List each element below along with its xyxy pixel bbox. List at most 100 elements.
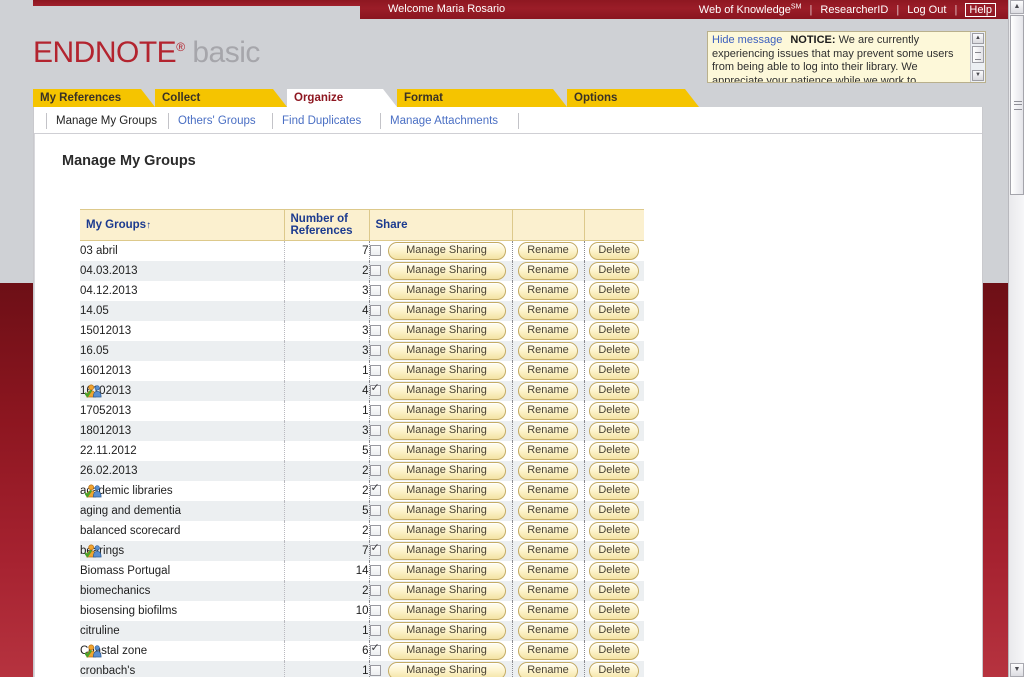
share-cell[interactable]: Manage Sharing (369, 500, 513, 521)
table-row[interactable]: cronbach's 1 Manage Sharing Rename Delete (80, 660, 644, 677)
share-cell[interactable]: Manage Sharing (369, 280, 513, 301)
share-cell[interactable]: Manage Sharing (369, 560, 513, 581)
rename-cell[interactable]: Rename (512, 240, 585, 261)
group-name-cell[interactable]: Biomass Portugal (80, 560, 285, 581)
share-checkbox[interactable] (369, 465, 381, 476)
delete-cell[interactable]: Delete (584, 360, 644, 381)
delete-cell[interactable]: Delete (584, 460, 644, 481)
delete-button[interactable]: Delete (589, 301, 640, 320)
table-row[interactable]: 16012013 1 Manage Sharing Rename Delete (80, 360, 644, 381)
share-checkbox[interactable] (369, 445, 381, 456)
delete-button[interactable]: Delete (589, 621, 640, 640)
log-out-link[interactable]: Log Out (907, 4, 946, 16)
delete-button[interactable]: Delete (589, 381, 640, 400)
group-name-cell[interactable]: 18012013 (80, 420, 285, 441)
manage-sharing-button[interactable]: Manage Sharing (387, 661, 506, 677)
delete-button[interactable]: Delete (589, 541, 640, 560)
table-row[interactable]: academic libraries 2 Manage Sharing Rename D… (80, 480, 644, 501)
tab-my-references[interactable]: My References (33, 89, 155, 107)
rename-button[interactable]: Rename (518, 561, 578, 580)
delete-button[interactable]: Delete (589, 321, 640, 340)
subtab-manage-my-groups[interactable]: Manage My Groups (46, 113, 168, 129)
share-checkbox[interactable] (369, 245, 381, 257)
rename-button[interactable]: Rename (518, 321, 578, 340)
manage-sharing-button[interactable]: Manage Sharing (387, 501, 506, 520)
delete-button[interactable]: Delete (589, 501, 640, 520)
rename-cell[interactable]: Rename (512, 660, 585, 677)
delete-cell[interactable]: Delete (584, 520, 644, 541)
manage-sharing-button[interactable]: Manage Sharing (387, 621, 506, 640)
rename-button[interactable]: Rename (518, 581, 578, 600)
help-button[interactable]: Help (965, 3, 996, 17)
share-checkbox[interactable] (369, 525, 381, 536)
share-cell[interactable]: Manage Sharing (369, 300, 513, 321)
group-name-cell[interactable]: 04.03.2013 (80, 260, 285, 281)
table-row[interactable]: 04.12.2013 3 Manage Sharing Rename Delete (80, 280, 644, 301)
share-checkbox[interactable] (369, 425, 381, 436)
manage-sharing-button[interactable]: Manage Sharing (387, 561, 506, 580)
table-row[interactable]: 16.05 3 Manage Sharing Rename Delete (80, 340, 644, 361)
manage-sharing-button[interactable]: Manage Sharing (387, 481, 506, 500)
group-name-cell[interactable]: 16102013 (80, 380, 285, 401)
manage-sharing-button[interactable]: Manage Sharing (387, 461, 506, 480)
table-row[interactable]: 03 abril 7 Manage Sharing Rename Delete (80, 240, 644, 261)
manage-sharing-button[interactable]: Manage Sharing (387, 441, 506, 460)
group-name-cell[interactable]: 22.11.2012 (80, 440, 285, 461)
table-row[interactable]: aging and dementia 5 Manage Sharing Rename D… (80, 500, 644, 521)
manage-sharing-button[interactable]: Manage Sharing (387, 301, 506, 320)
group-name-cell[interactable]: citruline (80, 620, 285, 641)
share-cell[interactable]: Manage Sharing (369, 460, 513, 481)
table-row[interactable]: 15012013 3 Manage Sharing Rename Delete (80, 320, 644, 341)
group-name-cell[interactable]: aging and dementia (80, 500, 285, 521)
delete-cell[interactable]: Delete (584, 260, 644, 281)
subtab-find-duplicates[interactable]: Find Duplicates (272, 113, 380, 129)
group-name-cell[interactable]: 16012013 (80, 360, 285, 381)
delete-cell[interactable]: Delete (584, 340, 644, 361)
share-cell[interactable]: Manage Sharing (369, 360, 513, 381)
share-cell[interactable]: Manage Sharing (369, 620, 513, 641)
delete-button[interactable]: Delete (589, 661, 640, 677)
delete-button[interactable]: Delete (589, 361, 640, 380)
delete-button[interactable]: Delete (589, 561, 640, 580)
subtab-others-groups[interactable]: Others' Groups (168, 113, 272, 129)
delete-button[interactable]: Delete (589, 241, 640, 260)
share-cell[interactable]: Manage Sharing (369, 640, 513, 661)
table-row[interactable]: Coastal zone 6 Manage Sharing Rename Delete (80, 640, 644, 661)
group-name-cell[interactable]: 17052013 (80, 400, 285, 421)
rename-button[interactable]: Rename (518, 661, 578, 677)
manage-sharing-button[interactable]: Manage Sharing (387, 601, 506, 620)
manage-sharing-button[interactable]: Manage Sharing (387, 321, 506, 340)
rename-button[interactable]: Rename (518, 481, 578, 500)
share-checkbox[interactable] (369, 565, 381, 576)
delete-cell[interactable]: Delete (584, 400, 644, 421)
share-cell[interactable]: Manage Sharing (369, 480, 513, 501)
table-row[interactable]: 14.05 4 Manage Sharing Rename Delete (80, 300, 644, 321)
share-checkbox[interactable] (369, 365, 381, 376)
share-checkbox[interactable] (369, 345, 381, 356)
group-name-cell[interactable]: 16.05 (80, 340, 285, 361)
rename-button[interactable]: Rename (518, 401, 578, 420)
rename-cell[interactable]: Rename (512, 320, 585, 341)
manage-sharing-button[interactable]: Manage Sharing (387, 541, 506, 560)
rename-button[interactable]: Rename (518, 621, 578, 640)
group-name-cell[interactable]: academic libraries (80, 480, 285, 501)
rename-button[interactable]: Rename (518, 301, 578, 320)
subtab-manage-attachments[interactable]: Manage Attachments (380, 113, 519, 129)
share-checkbox[interactable] (369, 605, 381, 616)
manage-sharing-button[interactable]: Manage Sharing (387, 281, 506, 300)
rename-button[interactable]: Rename (518, 281, 578, 300)
share-checkbox[interactable] (369, 643, 381, 656)
rename-cell[interactable]: Rename (512, 480, 585, 501)
rename-cell[interactable]: Rename (512, 560, 585, 581)
browser-scroll-down-icon[interactable]: ▼ (1010, 663, 1024, 677)
group-name-cell[interactable]: biomechanics (80, 580, 285, 601)
notice-scroll-down-icon[interactable]: ▼ (972, 70, 984, 81)
share-cell[interactable]: Manage Sharing (369, 340, 513, 361)
rename-cell[interactable]: Rename (512, 380, 585, 401)
rename-button[interactable]: Rename (518, 261, 578, 280)
rename-cell[interactable]: Rename (512, 640, 585, 661)
share-cell[interactable]: Manage Sharing (369, 660, 513, 677)
delete-button[interactable]: Delete (589, 461, 640, 480)
rename-cell[interactable]: Rename (512, 360, 585, 381)
rename-button[interactable]: Rename (518, 421, 578, 440)
